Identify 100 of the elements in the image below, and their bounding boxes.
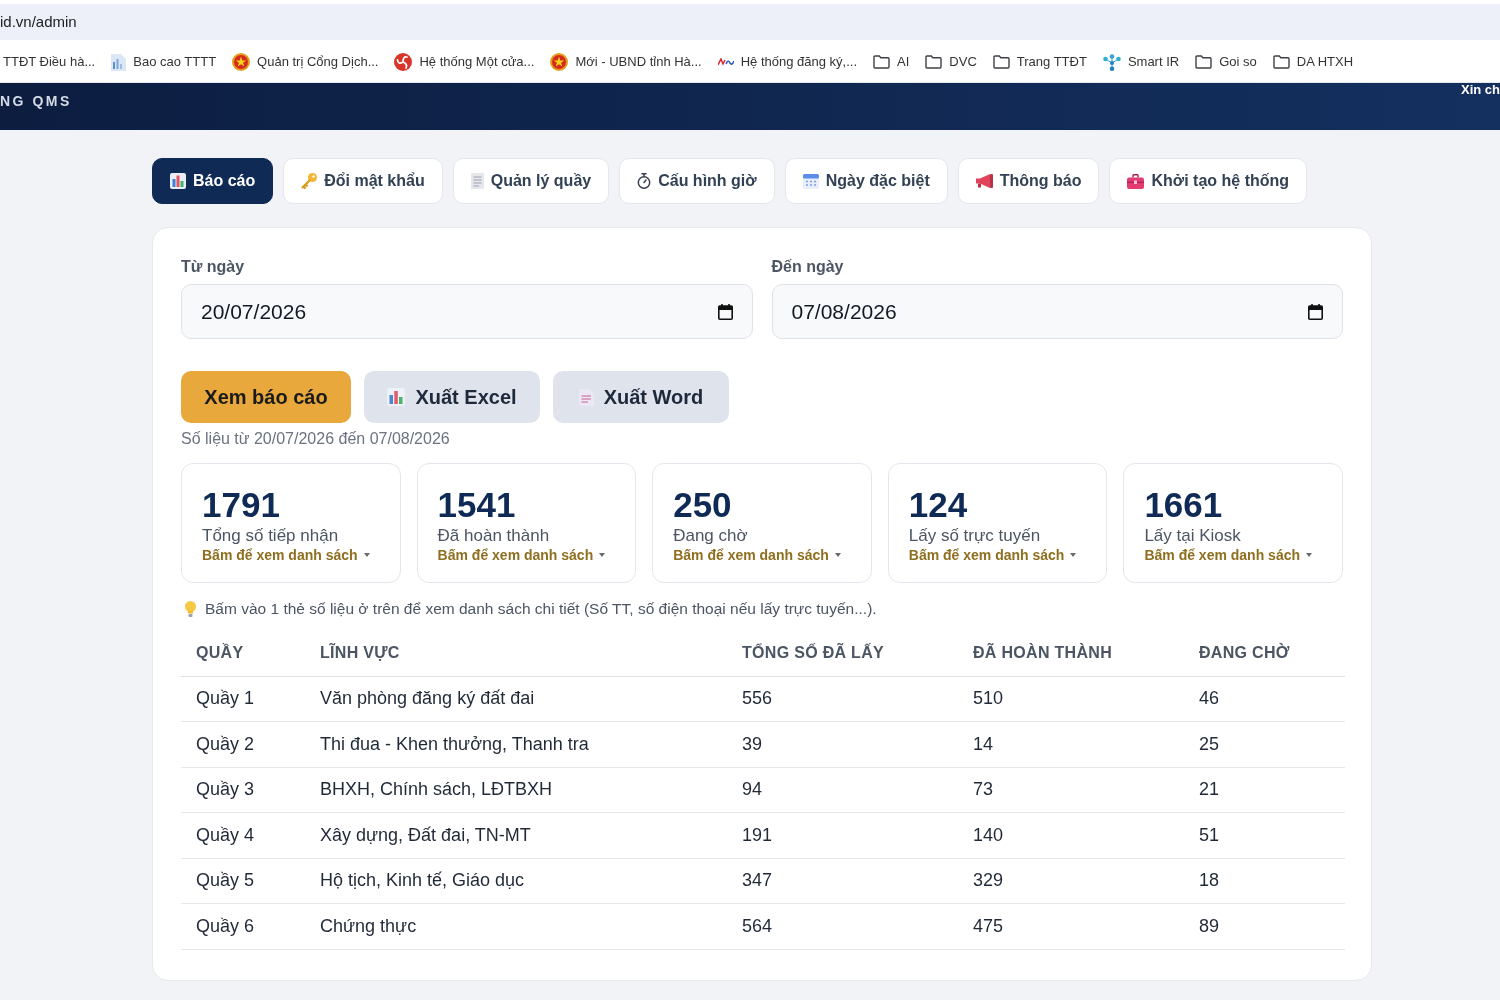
view-list-link[interactable]: Bấm để xem danh sách <box>908 546 1077 564</box>
hint-text: Bấm vào 1 thẻ số liệu ở trên để xem danh sách chi tiết (Số TT, số điện thoại nếu lấy trực tuyến...). <box>205 599 877 619</box>
table-cell: Văn phòng đăng ký đất đai <box>305 676 727 722</box>
folder-icon <box>925 55 943 69</box>
view-list-link[interactable]: Bấm để xem danh sách <box>1144 546 1312 564</box>
table-cell: 564 <box>727 903 958 949</box>
bookmark-item[interactable]: Trang TTĐT <box>992 52 1087 72</box>
stat-card[interactable]: 1791 Tổng số tiếp nhận Bấm để xem danh sách <box>181 463 401 583</box>
column-header: QUẦY <box>181 631 305 676</box>
bookmark-item[interactable]: AI <box>873 52 910 72</box>
export-button[interactable]: Xuất Excel <box>364 371 540 423</box>
bookmark-item[interactable]: Quản trị Cổng Dịch... <box>232 52 379 72</box>
tab[interactable]: Ngày đặc biệt <box>784 158 948 204</box>
table-cell: Hộ tịch, Kinh tế, Giáo dục <box>305 858 727 904</box>
swirl-logo-icon <box>394 53 413 71</box>
table-cell: 39 <box>727 721 958 767</box>
table-cell: 140 <box>958 812 1184 858</box>
table-cell: 329 <box>958 858 1184 904</box>
table-cell: Quầy 5 <box>181 858 305 904</box>
tab[interactable]: Cấu hình giờ <box>619 158 775 204</box>
view-list-link[interactable]: Bấm để xem danh sách <box>673 546 841 564</box>
notepad-icon <box>470 173 484 189</box>
column-header: TỔNG SỐ ĐÃ LẤY <box>727 631 958 676</box>
table-cell: Quầy 1 <box>181 676 305 722</box>
table-cell: Quầy 4 <box>181 812 305 858</box>
view-list-link[interactable]: Bấm để xem danh sách <box>202 546 370 564</box>
table-cell: 51 <box>1184 812 1345 858</box>
bookmark-item[interactable]: Hệ thống Một cửa... <box>394 52 535 72</box>
stat-card[interactable]: 124 Lấy số trực tuyến Bấm để xem danh sách <box>887 463 1108 583</box>
caret-icon <box>599 553 606 557</box>
date-field[interactable]: 07/08/2026 <box>771 284 1343 339</box>
bookmark-item[interactable]: TTĐT Điều hà... <box>3 52 96 72</box>
bookmark-item[interactable]: Bao cao TTTT <box>111 52 217 72</box>
table-cell: Quầy 2 <box>181 721 305 767</box>
tab[interactable]: Quản lý quầy <box>452 158 610 204</box>
stat-label: Lấy số trực tuyến <box>908 525 1041 546</box>
view-report-button[interactable]: Xem báo cáo <box>181 371 351 423</box>
stat-value: 124 <box>908 486 968 524</box>
table-cell: 14 <box>958 721 1184 767</box>
calendar-icon <box>1308 303 1323 320</box>
stat-card[interactable]: 250 Đang chờ Bấm để xem danh sách <box>652 463 872 583</box>
range-note: Số liệu từ 20/07/2026 đến 07/08/2026 <box>181 429 451 449</box>
table-cell: 94 <box>727 767 958 813</box>
table-cell: 89 <box>1184 903 1345 949</box>
key-icon <box>301 173 318 189</box>
table-cell: Thi đua - Khen thưởng, Thanh tra <box>305 721 727 767</box>
folder-icon <box>1272 55 1290 69</box>
toolbox-icon <box>1127 173 1145 189</box>
stat-value: 1791 <box>202 486 280 524</box>
star-emblem-icon <box>550 53 569 71</box>
bar-chart-icon <box>387 388 406 406</box>
bookmark-item[interactable]: Hệ thống đăng ký,... <box>717 52 858 72</box>
stat-card[interactable]: 1661 Lấy tại Kiosk Bấm để xem danh sách <box>1123 463 1343 583</box>
tab[interactable]: Báo cáo <box>152 158 274 204</box>
table-cell: 46 <box>1184 676 1345 722</box>
view-list-link[interactable]: Bấm để xem danh sách <box>437 546 606 564</box>
calendar-icon <box>802 173 819 189</box>
bookmark-item[interactable]: Mới - UBND tỉnh Hà... <box>550 52 702 72</box>
bookmark-item[interactable]: Goi so <box>1195 52 1257 72</box>
table-cell: Xây dựng, Đất đai, TN-MT <box>305 812 727 858</box>
table-cell: BHXH, Chính sách, LĐTBXH <box>305 767 727 813</box>
nodes-icon <box>1102 53 1121 71</box>
column-header: ĐÃ HOÀN THÀNH <box>958 631 1184 676</box>
greeting-text: Xin ch <box>1461 83 1500 97</box>
column-header: LĨNH VỰC <box>305 631 727 676</box>
date-field[interactable]: 20/07/2026 <box>181 284 753 339</box>
bookmark-item[interactable]: Smart IR <box>1102 52 1180 72</box>
megaphone-icon <box>975 174 993 188</box>
wave-logo-icon <box>717 58 734 66</box>
document-icon <box>111 53 127 71</box>
folder-icon <box>992 55 1010 69</box>
bookmark-item[interactable]: DA HTXH <box>1272 52 1354 72</box>
table-cell: 21 <box>1184 767 1345 813</box>
caret-icon <box>1070 553 1077 557</box>
table-cell: 556 <box>727 676 958 722</box>
tab[interactable]: Thông báo <box>957 158 1100 204</box>
table-cell: 73 <box>958 767 1184 813</box>
stat-value: 1661 <box>1144 486 1223 524</box>
table-cell: 25 <box>1184 721 1345 767</box>
table-cell: 347 <box>727 858 958 904</box>
tab[interactable]: Khởi tạo hệ thống <box>1109 158 1308 204</box>
table-cell: 475 <box>958 903 1184 949</box>
tab[interactable]: Đổi mật khẩu <box>283 158 443 204</box>
stopwatch-icon <box>637 173 652 189</box>
table-cell: Quầy 6 <box>181 903 305 949</box>
table-cell: 191 <box>727 812 958 858</box>
table-cell: 510 <box>958 676 1184 722</box>
calendar-icon <box>717 303 733 320</box>
folder-icon <box>1195 55 1213 69</box>
table-cell: Quầy 3 <box>181 767 305 813</box>
stat-label: Lấy tại Kiosk <box>1144 525 1241 546</box>
export-button[interactable]: Xuất Word <box>553 371 729 423</box>
header-title: NG QMS <box>0 92 72 111</box>
address-field[interactable]: id.vn/admin <box>0 4 1500 40</box>
stat-value: 250 <box>673 486 732 524</box>
caret-icon <box>1306 553 1312 557</box>
bar-chart-icon <box>170 173 186 189</box>
bookmark-item[interactable]: DVC <box>925 52 977 72</box>
column-header: ĐANG CHỜ <box>1184 631 1345 676</box>
stat-card[interactable]: 1541 Đã hoàn thành Bấm để xem danh sách <box>416 463 637 583</box>
